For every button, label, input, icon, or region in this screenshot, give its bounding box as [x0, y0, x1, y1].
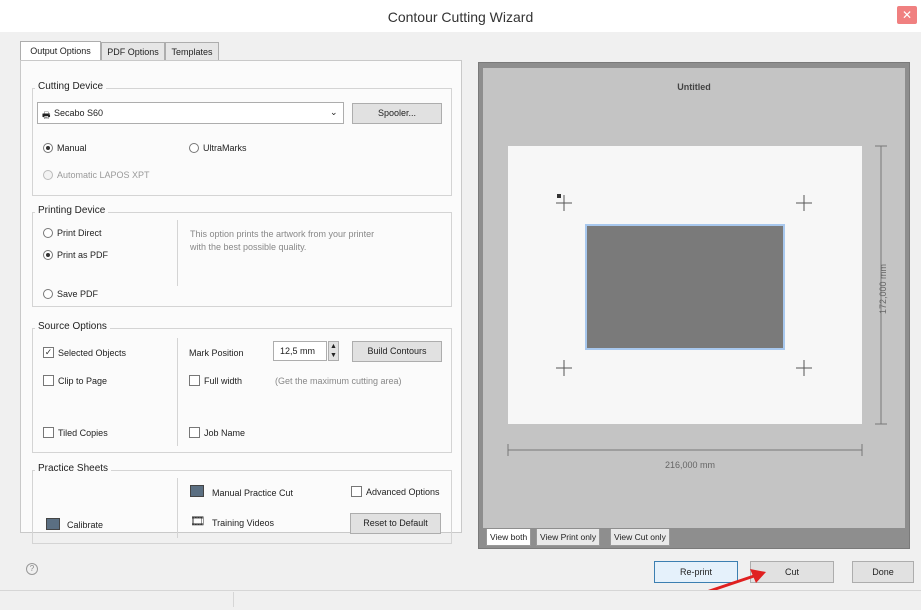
tiled-copies-checkbox[interactable]: [43, 427, 54, 438]
build-contours-button[interactable]: Build Contours: [352, 341, 442, 362]
laposxpt-label: Automatic LAPOS XPT: [57, 170, 150, 180]
preview-overlay: [507, 145, 887, 456]
cutting-device-value: Secabo S60: [54, 108, 104, 118]
printer-icon: 🖶: [42, 110, 51, 120]
selected-objects-checkbox[interactable]: ✓: [43, 347, 54, 358]
save-pdf-label: Save PDF: [57, 289, 99, 299]
printing-device-title: Printing Device: [35, 205, 109, 216]
selected-objects-label: Selected Objects: [58, 348, 127, 358]
practice-separator: [177, 478, 178, 538]
manual-label: Manual: [57, 143, 87, 153]
window-title: Contour Cutting Wizard: [387, 9, 534, 25]
width-dimension: [507, 444, 863, 456]
printing-description: This option prints the artwork from your…: [190, 229, 375, 252]
job-name-label: Job Name: [204, 428, 246, 438]
calibrate-button[interactable]: Calibrate: [67, 520, 103, 530]
help-icon[interactable]: ?: [26, 563, 38, 575]
tab-view-print-only[interactable]: View Print only: [536, 529, 601, 546]
full-width-hint: (Get the maximum cutting area): [275, 376, 402, 386]
mark-position-value: 12,5 mm: [280, 346, 316, 356]
clip-to-page-checkbox[interactable]: [43, 375, 54, 386]
print-direct-radio[interactable]: [43, 228, 53, 238]
advanced-options-label: Advanced Options: [366, 487, 440, 497]
full-width-label: Full width: [204, 376, 243, 386]
manual-radio[interactable]: [43, 143, 53, 153]
print-as-pdf-radio[interactable]: [43, 250, 53, 260]
tab-view-cut-only[interactable]: View Cut only: [610, 529, 670, 546]
laposxpt-radio[interactable]: [43, 170, 53, 180]
tab-output-options[interactable]: Output Options: [20, 41, 101, 61]
origin-dot: [557, 194, 561, 198]
printing-separator: [177, 220, 178, 286]
registration-marks: [556, 195, 812, 376]
tiled-copies-label: Tiled Copies: [58, 428, 108, 438]
spooler-button[interactable]: Spooler...: [352, 103, 442, 124]
status-bar: [0, 590, 921, 608]
ultramarks-radio[interactable]: [189, 143, 199, 153]
mark-position-stepper[interactable]: ▲ ▼: [328, 341, 339, 361]
chevron-down-icon: ⌄: [330, 107, 338, 117]
save-pdf-radio[interactable]: [43, 289, 53, 299]
close-button[interactable]: ✕: [897, 6, 917, 24]
manual-practice-icon: [190, 485, 204, 497]
job-name-checkbox[interactable]: [189, 427, 200, 438]
source-options-title: Source Options: [35, 321, 110, 332]
advanced-options-checkbox[interactable]: [351, 486, 362, 497]
practice-sheets-title: Practice Sheets: [35, 463, 112, 474]
calibrate-icon: [46, 518, 60, 530]
status-separator: [233, 592, 234, 607]
done-button[interactable]: Done: [852, 561, 914, 583]
height-label: 172,000 mm: [878, 263, 888, 315]
training-videos-button[interactable]: Training Videos: [212, 518, 274, 528]
clip-to-page-label: Clip to Page: [58, 376, 108, 386]
source-separator: [177, 338, 178, 446]
mark-position-label: Mark Position: [189, 348, 244, 358]
tab-view-both[interactable]: View both: [486, 529, 532, 546]
cutting-device-title: Cutting Device: [35, 81, 107, 92]
ultramarks-label: UltraMarks: [203, 143, 247, 153]
full-width-checkbox[interactable]: [189, 375, 200, 386]
reset-to-default-button[interactable]: Reset to Default: [350, 513, 441, 534]
tab-templates[interactable]: Templates: [165, 42, 219, 60]
width-label: 216,000 mm: [664, 460, 716, 470]
tab-pdf-options[interactable]: PDF Options: [101, 42, 165, 60]
training-videos-icon: 🎞: [190, 514, 206, 528]
print-as-pdf-label: Print as PDF: [57, 250, 109, 260]
manual-practice-cut-button[interactable]: Manual Practice Cut: [212, 488, 293, 498]
print-direct-label: Print Direct: [57, 228, 102, 238]
